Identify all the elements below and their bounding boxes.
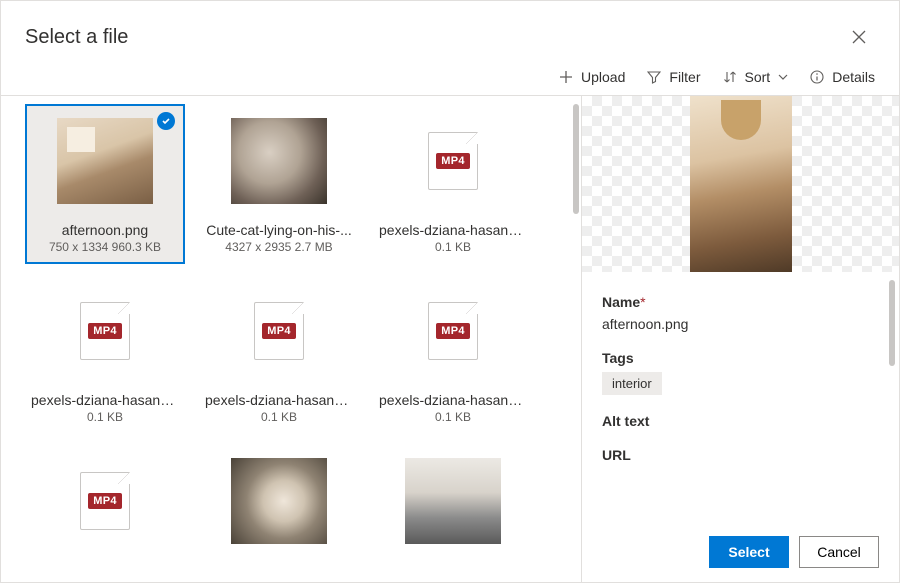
select-button[interactable]: Select bbox=[709, 536, 789, 568]
video-file-icon: MP4 bbox=[428, 132, 478, 190]
sort-icon bbox=[723, 70, 737, 84]
dialog-title: Select a file bbox=[25, 26, 128, 49]
image-thumbnail bbox=[405, 458, 501, 544]
file-meta: 0.1 KB bbox=[435, 410, 471, 424]
info-icon bbox=[810, 70, 824, 84]
file-name: pexels-dziana-hasanb... bbox=[205, 392, 353, 408]
file-card[interactable] bbox=[373, 444, 533, 554]
mp4-badge: MP4 bbox=[436, 153, 470, 169]
details-fields: Name* afternoon.png Tags interior Alt te… bbox=[582, 272, 899, 524]
chevron-down-icon bbox=[778, 72, 788, 82]
file-card[interactable]: MP4 pexels-dziana-hasanb... 0.1 KB bbox=[199, 274, 359, 434]
details-label: Details bbox=[832, 69, 875, 85]
file-name: pexels-dziana-hasanb... bbox=[379, 392, 527, 408]
file-thumbnail: MP4 bbox=[57, 288, 153, 374]
alt-text-row: Alt text bbox=[602, 413, 875, 429]
sort-label: Sort bbox=[745, 69, 771, 85]
file-card[interactable]: Cute-cat-lying-on-his-... 4327 x 2935 2.7… bbox=[199, 104, 359, 264]
name-row: Name* afternoon.png bbox=[602, 294, 875, 332]
dialog-header: Select a file bbox=[1, 1, 899, 61]
filter-icon bbox=[647, 70, 661, 84]
file-card[interactable] bbox=[199, 444, 359, 554]
file-grid: afternoon.png 750 x 1334 960.3 KB Cute-cat… bbox=[25, 104, 581, 582]
file-card[interactable]: MP4 pexels-dziana-hasanb... 0.1 KB bbox=[373, 274, 533, 434]
image-thumbnail bbox=[231, 458, 327, 544]
mp4-badge: MP4 bbox=[88, 323, 122, 339]
preview-area bbox=[582, 96, 899, 272]
video-file-icon: MP4 bbox=[254, 302, 304, 360]
file-meta: 0.1 KB bbox=[261, 410, 297, 424]
selected-check-icon bbox=[157, 112, 175, 130]
upload-button[interactable]: Upload bbox=[559, 69, 625, 85]
image-thumbnail bbox=[231, 118, 327, 204]
file-thumbnail: MP4 bbox=[231, 288, 327, 374]
file-card[interactable]: MP4 bbox=[25, 444, 185, 554]
dialog-body: afternoon.png 750 x 1334 960.3 KB Cute-cat… bbox=[1, 96, 899, 582]
file-thumbnail bbox=[231, 118, 327, 204]
grid-scrollbar[interactable] bbox=[573, 104, 579, 214]
image-thumbnail bbox=[57, 118, 153, 204]
file-card[interactable]: MP4 pexels-dziana-hasanb... 0.1 KB bbox=[373, 104, 533, 264]
dialog-footer: Select Cancel bbox=[582, 524, 899, 582]
mp4-badge: MP4 bbox=[436, 323, 470, 339]
file-name: afternoon.png bbox=[31, 222, 179, 238]
file-card[interactable]: MP4 pexels-dziana-hasanb... 0.1 KB bbox=[25, 274, 185, 434]
video-file-icon: MP4 bbox=[80, 472, 130, 530]
preview-image bbox=[690, 96, 792, 272]
file-meta: 0.1 KB bbox=[87, 410, 123, 424]
file-thumbnail: MP4 bbox=[405, 118, 501, 204]
mp4-badge: MP4 bbox=[262, 323, 296, 339]
file-name: Cute-cat-lying-on-his-... bbox=[205, 222, 353, 238]
filter-button[interactable]: Filter bbox=[647, 69, 700, 85]
details-panel: Name* afternoon.png Tags interior Alt te… bbox=[581, 96, 899, 582]
file-thumbnail bbox=[57, 118, 153, 204]
video-file-icon: MP4 bbox=[80, 302, 130, 360]
tag-chip[interactable]: interior bbox=[602, 372, 662, 395]
alt-text-label: Alt text bbox=[602, 413, 875, 429]
url-label: URL bbox=[602, 447, 875, 463]
file-thumbnail: MP4 bbox=[405, 288, 501, 374]
file-name: pexels-dziana-hasanb... bbox=[31, 392, 179, 408]
toolbar: Upload Filter Sort Details bbox=[1, 61, 899, 96]
cancel-button[interactable]: Cancel bbox=[799, 536, 879, 568]
mp4-badge: MP4 bbox=[88, 493, 122, 509]
file-meta: 750 x 1334 960.3 KB bbox=[49, 240, 161, 254]
upload-label: Upload bbox=[581, 69, 625, 85]
tags-row: Tags interior bbox=[602, 350, 875, 395]
file-picker-dialog: Select a file Upload Filter Sort Details… bbox=[0, 0, 900, 583]
file-name: pexels-dziana-hasanb... bbox=[379, 222, 527, 238]
file-meta: 0.1 KB bbox=[435, 240, 471, 254]
tags-label: Tags bbox=[602, 350, 875, 366]
plus-icon bbox=[559, 70, 573, 84]
file-thumbnail: MP4 bbox=[57, 458, 153, 544]
sort-button[interactable]: Sort bbox=[723, 69, 789, 85]
file-meta: 4327 x 2935 2.7 MB bbox=[225, 240, 332, 254]
file-grid-wrap: afternoon.png 750 x 1334 960.3 KB Cute-cat… bbox=[1, 96, 581, 582]
url-row: URL bbox=[602, 447, 875, 463]
filter-label: Filter bbox=[669, 69, 700, 85]
details-button[interactable]: Details bbox=[810, 69, 875, 85]
close-icon bbox=[852, 30, 866, 44]
file-thumbnail bbox=[231, 458, 327, 544]
file-card[interactable]: afternoon.png 750 x 1334 960.3 KB bbox=[25, 104, 185, 264]
file-thumbnail bbox=[405, 458, 501, 544]
video-file-icon: MP4 bbox=[428, 302, 478, 360]
details-scrollbar[interactable] bbox=[889, 280, 895, 366]
name-value[interactable]: afternoon.png bbox=[602, 316, 875, 332]
name-label: Name* bbox=[602, 294, 875, 310]
close-button[interactable] bbox=[843, 21, 875, 53]
